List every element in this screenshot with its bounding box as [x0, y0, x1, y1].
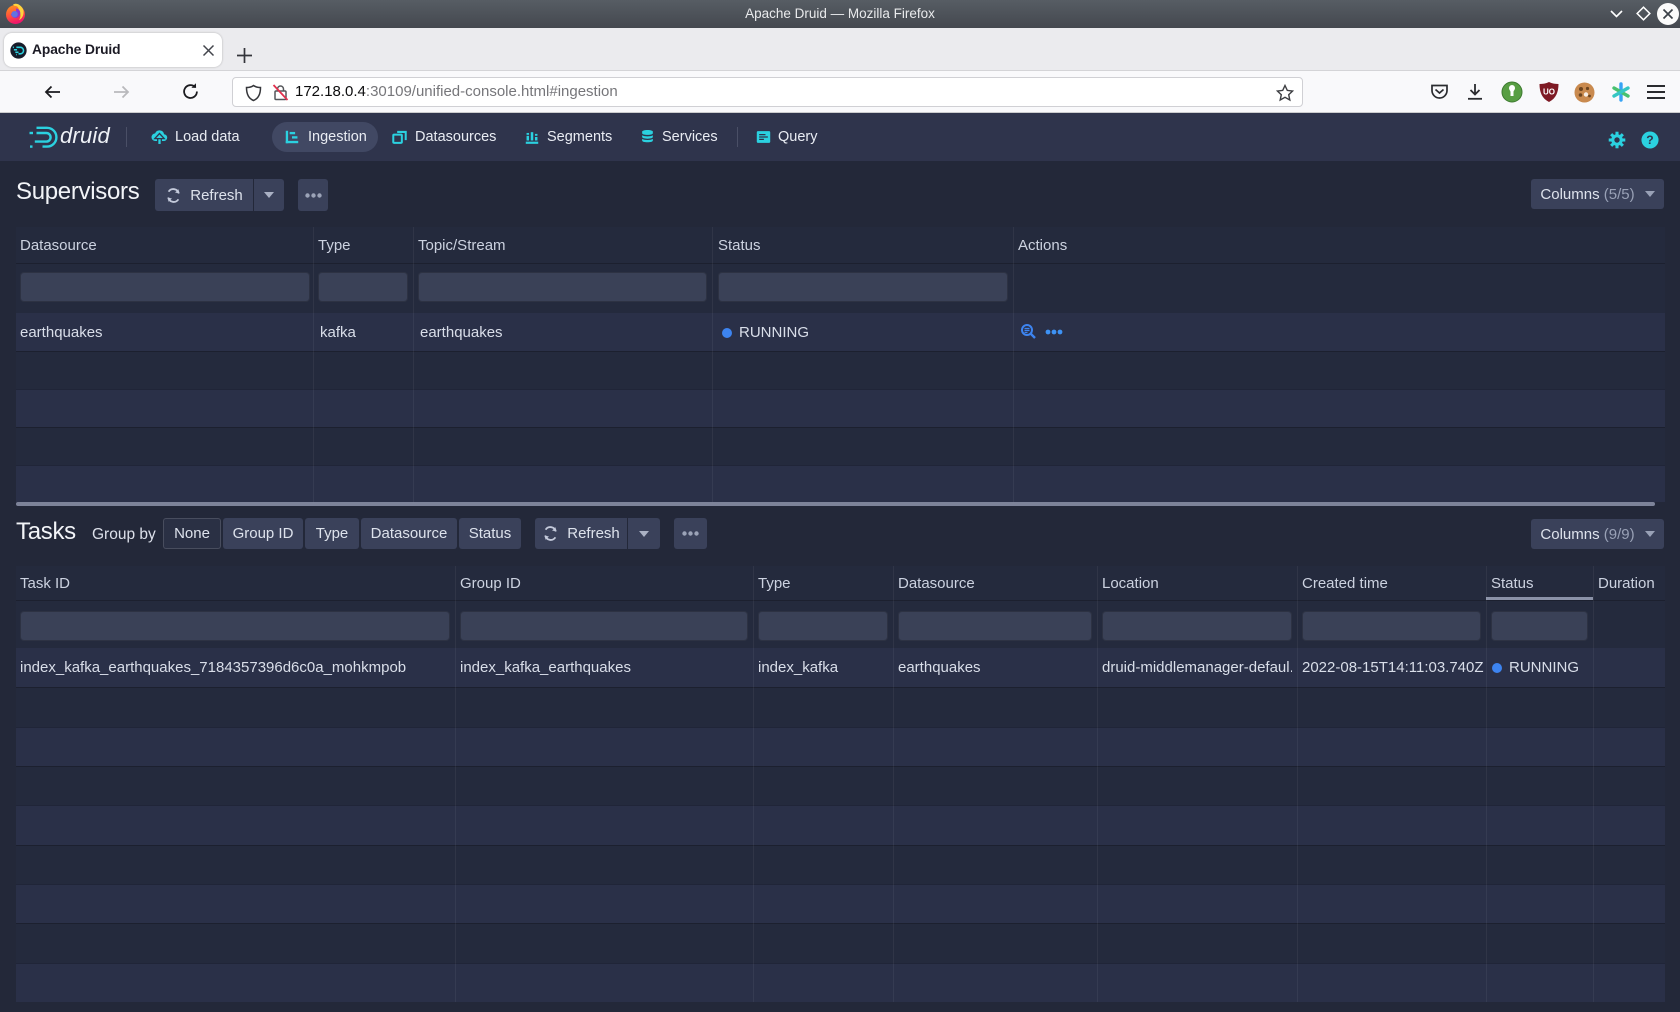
- svg-text:?: ?: [1646, 133, 1653, 147]
- svg-text:UO: UO: [1543, 88, 1555, 97]
